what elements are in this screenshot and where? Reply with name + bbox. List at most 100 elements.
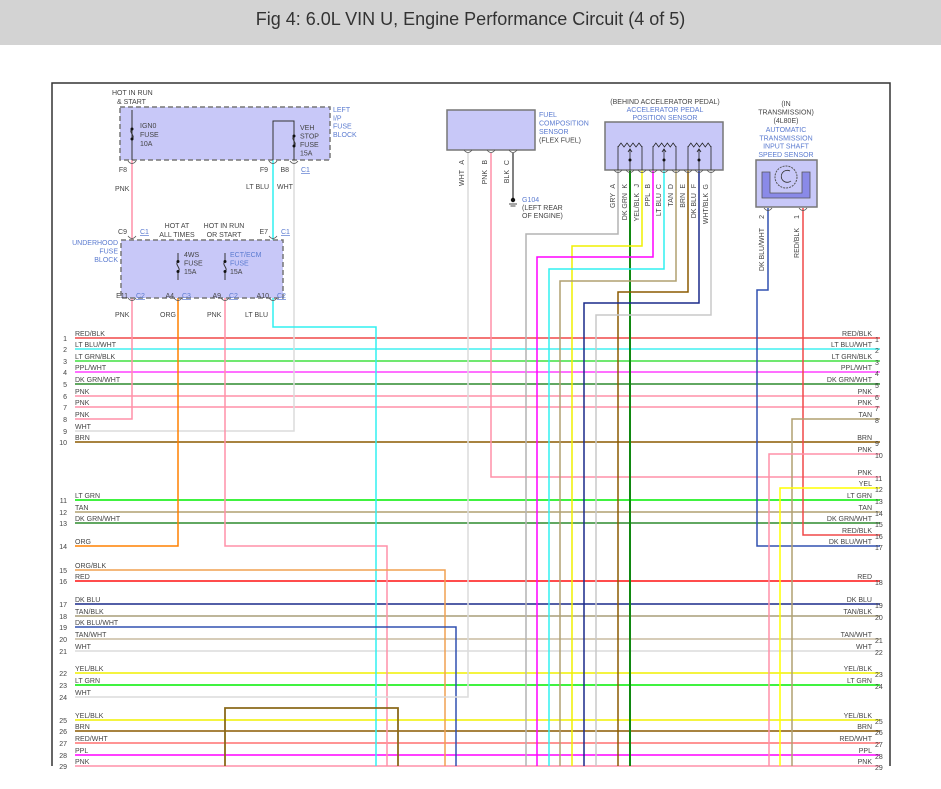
wire-color-label: BRN — [680, 193, 687, 208]
fuel-composition-sensor — [446, 109, 536, 151]
left-row-label: PPL/WHT — [75, 365, 107, 372]
right-row-number: 29 — [875, 765, 883, 772]
fuse-label: FUSE — [140, 132, 159, 139]
right-row-label: RED/WHT — [839, 736, 872, 743]
component-name: COMPOSITION — [539, 121, 589, 128]
component-name: I/P — [333, 115, 342, 122]
right-row-label: RED/BLK — [842, 331, 872, 338]
right-row-label: DK BLU — [847, 597, 872, 604]
left-row-label: DK GRN/WHT — [75, 516, 121, 523]
right-row-label: YEL/BLK — [844, 666, 873, 673]
pin-label: F9 — [260, 167, 268, 174]
wire-color-label: YEL/BLK — [634, 193, 641, 222]
wire-ect-pnk — [224, 252, 388, 766]
right-row-number: 19 — [875, 603, 883, 610]
fuse-label: 15A — [300, 151, 313, 158]
left-row-label: LT GRN — [75, 493, 100, 500]
right-row-label: YEL/BLK — [844, 713, 873, 720]
supply-label: HOT IN RUN — [204, 223, 245, 230]
reluctor-wheel-icon — [774, 165, 798, 189]
component-location: TRANSMISSION) — [758, 110, 814, 117]
right-row-number: 15 — [875, 522, 883, 529]
right-row-number: 9 — [875, 441, 879, 448]
pin-label: A — [610, 184, 617, 189]
pin-label: K — [622, 184, 629, 189]
wiper-terminal — [628, 158, 632, 162]
component-name: TRANSMISSION — [759, 135, 812, 142]
right-row-number: 13 — [875, 499, 883, 506]
left-row-label: YEL/BLK — [75, 713, 104, 720]
ground-id: G104 — [522, 197, 539, 204]
pin-label: C — [504, 160, 511, 165]
right-row-label: PNK — [858, 400, 873, 407]
left-row-label: PNK — [75, 389, 90, 396]
supply-label: HOT AT — [165, 223, 190, 230]
right-row-number: 5 — [875, 383, 879, 390]
left-row-number: 8 — [63, 417, 67, 424]
pin-label: E11 — [116, 293, 128, 300]
pin-label: A4 — [165, 293, 174, 300]
veh-stop-fuse-icon-terminal — [292, 144, 296, 148]
wire-app-E — [617, 170, 689, 766]
wire-color-label: TAN — [668, 193, 675, 206]
right-row-label: LT GRN — [847, 493, 872, 500]
ground-icon — [510, 197, 516, 203]
right-row-label: PNK — [858, 389, 873, 396]
right-row-label: PNK — [858, 470, 873, 477]
wire-color-label: DK GRN — [622, 193, 629, 220]
right-row-number: 28 — [875, 754, 883, 761]
4ws-fuse-icon-terminal — [176, 270, 180, 273]
fuse-label: 15A — [184, 269, 197, 276]
left-row-number: 28 — [59, 753, 67, 760]
left-row-number: 12 — [59, 510, 67, 517]
left-row-number: 9 — [63, 429, 67, 436]
wire-color-label: WHT/BLK — [703, 193, 710, 224]
veh-stop-fuse-icon-terminal — [292, 134, 296, 138]
component-name: SPEED SENSOR — [758, 152, 813, 159]
wire-app-G — [595, 170, 712, 766]
4ws-fuse-icon-terminal — [176, 260, 180, 263]
wire-color-label: LT BLU — [656, 193, 663, 216]
component-name: FUSE — [99, 249, 118, 256]
left-row-label: ORG — [75, 539, 91, 546]
component-name: UNDERHOOD — [72, 240, 118, 247]
left-row-number: 20 — [59, 637, 67, 644]
ground-icon — [509, 203, 517, 207]
fuse-label: FUSE — [230, 261, 249, 268]
connector-label: C2 — [229, 293, 238, 300]
pin-label: C — [656, 184, 663, 189]
pin-label: 2 — [759, 215, 766, 219]
right-row-number: 6 — [875, 395, 879, 402]
underhood-fuse-block — [120, 239, 284, 299]
left-row-label: RED/WHT — [75, 736, 108, 743]
left-row-number: 17 — [59, 602, 67, 609]
wire-color-label: PNK — [207, 312, 222, 319]
right-row-label: BRN — [857, 724, 872, 731]
component-name: BLOCK — [333, 132, 357, 139]
right-row-number: 27 — [875, 742, 883, 749]
right-row-number: 25 — [875, 719, 883, 726]
left-row-label: TAN/WHT — [75, 632, 107, 639]
fuse-label: ECT/ECM — [230, 252, 262, 259]
left-row-number: 1 — [63, 336, 67, 343]
right-row-number: 17 — [875, 545, 883, 552]
wire-color-label: ORG — [160, 312, 176, 319]
pin-label: B — [645, 184, 652, 189]
left-row-label: BRN — [75, 435, 90, 442]
left-row-label: PNK — [75, 400, 90, 407]
pin-label: F8 — [119, 167, 127, 174]
left-row-number: 27 — [59, 741, 67, 748]
right-row-number: 21 — [875, 638, 883, 645]
connector-label: C2 — [277, 293, 286, 300]
right-row-label: RED — [857, 574, 872, 581]
left-row-number: 7 — [63, 405, 67, 412]
ign0-fuse-icon-terminal — [130, 137, 134, 141]
left-row-label: PNK — [75, 412, 90, 419]
wire-color-label: PNK — [482, 170, 489, 185]
left-row-label: DK GRN/WHT — [75, 377, 121, 384]
right-row-number: 8 — [875, 418, 879, 425]
ground-location: OF ENGINE) — [522, 213, 563, 220]
left-row-number: 5 — [63, 382, 67, 389]
wire-org-blk — [75, 569, 446, 766]
wire-lt-blu — [272, 130, 377, 766]
